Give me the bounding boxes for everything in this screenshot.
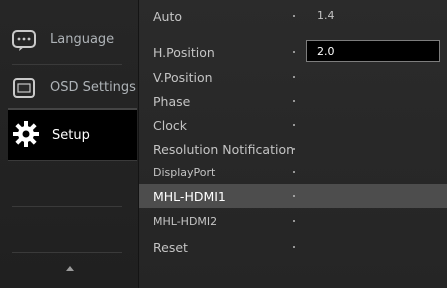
osd-menu: Language OSD Settings Setup Auto 1.4 H.P…: [0, 0, 447, 288]
h-position-value: 2.0: [317, 45, 335, 58]
menu-item-reset[interactable]: Reset: [139, 235, 447, 259]
bullet-dot: [293, 15, 295, 17]
bullet-dot: [293, 100, 295, 102]
bullet-dot: [293, 124, 295, 126]
scroll-up-arrow-icon[interactable]: [66, 266, 74, 271]
nav-divider: [12, 206, 122, 207]
menu-item-auto[interactable]: Auto 1.4: [139, 4, 447, 28]
nav-item-language[interactable]: Language: [6, 18, 136, 62]
setup-gear-icon: [13, 121, 39, 147]
menu-item-mhl-hdmi2[interactable]: MHL-HDMI2: [139, 209, 447, 233]
nav-item-label: OSD Settings: [50, 80, 136, 95]
menu-item-label: Resolution Notification: [153, 142, 295, 157]
menu-item-v-position[interactable]: V.Position: [139, 65, 447, 89]
menu-item-label: MHL-HDMI1: [153, 189, 226, 204]
menu-item-label: Auto: [153, 9, 183, 24]
menu-item-displayport[interactable]: DisplayPort: [139, 160, 447, 184]
nav-item-setup[interactable]: Setup: [8, 108, 137, 161]
h-position-value-box[interactable]: 2.0: [306, 40, 440, 62]
menu-item-label: V.Position: [153, 70, 213, 85]
menu-item-label: H.Position: [153, 45, 215, 60]
bullet-dot: [293, 51, 295, 53]
menu-item-mhl-hdmi1[interactable]: MHL-HDMI1: [139, 184, 447, 208]
menu-item-value: 1.4: [317, 9, 335, 22]
bullet-dot: [293, 246, 295, 248]
bullet-dot: [293, 220, 295, 222]
osd-nav-panel: Language OSD Settings Setup: [0, 0, 139, 288]
nav-item-label: Language: [50, 32, 115, 47]
bullet-dot: [293, 171, 295, 173]
menu-item-phase[interactable]: Phase: [139, 89, 447, 113]
bullet-dot: [293, 148, 295, 150]
menu-item-resolution-notification[interactable]: Resolution Notification: [139, 137, 447, 161]
menu-item-label: Reset: [153, 240, 188, 255]
menu-item-clock[interactable]: Clock: [139, 113, 447, 137]
nav-divider: [12, 252, 122, 253]
osd-settings-icon: [13, 78, 35, 98]
language-icon: [12, 30, 36, 51]
menu-item-label: Clock: [153, 118, 187, 133]
menu-item-label: MHL-HDMI2: [153, 215, 218, 228]
menu-item-label: Phase: [153, 94, 191, 109]
nav-item-osd-settings[interactable]: OSD Settings: [6, 66, 136, 110]
nav-item-label: Setup: [52, 128, 90, 143]
menu-item-label: DisplayPort: [153, 166, 216, 179]
nav-divider: [12, 64, 122, 65]
bullet-dot: [293, 76, 295, 78]
bullet-dot: [293, 195, 295, 197]
